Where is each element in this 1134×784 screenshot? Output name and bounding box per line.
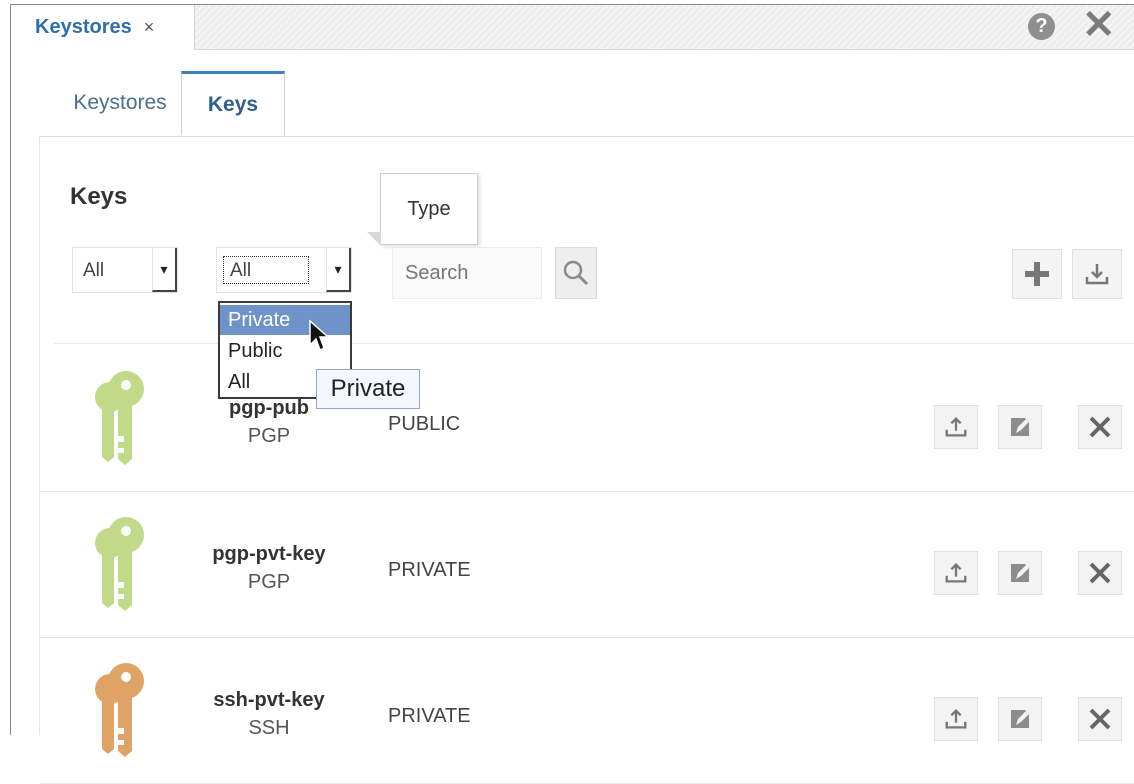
delete-icon [1089,708,1111,730]
key-row[interactable]: pgp-pub PGP PUBLIC [40,345,1134,492]
edit-icon [1011,710,1029,728]
window-frame: Keystores × ? ✕ Keystores Keys Keys Type… [10,4,1134,784]
delete-key-button[interactable] [1078,551,1122,595]
search-input[interactable] [392,247,542,299]
import-key-button[interactable] [1072,249,1122,299]
keys-panel: Keys Type All ▾ All ▾ Search pgp-pub PGP… [39,137,1134,784]
key-visibility: PRIVATE [388,705,471,727]
search-button[interactable] [555,247,597,299]
mouse-cursor-icon [309,319,330,352]
edit-icon [1011,564,1029,582]
search-icon [563,260,589,286]
document-tab-label: Keystores [35,16,132,38]
dropdown-arrow-icon[interactable]: ▾ [152,248,177,292]
document-tab-keystores[interactable]: Keystores × [11,5,195,50]
download-icon [1085,264,1109,285]
edit-key-button[interactable] [998,405,1042,449]
key-type: SSH [248,717,290,739]
key-icon [95,517,144,611]
help-icon[interactable]: ? [1028,13,1055,40]
delete-icon [1089,562,1111,584]
export-key-button[interactable] [934,405,978,449]
tab-keys[interactable]: Keys [181,71,285,135]
plus-icon [1025,262,1049,286]
delete-icon [1089,416,1111,438]
close-window-icon[interactable]: ✕ [1082,5,1116,45]
key-icon [95,663,144,757]
key-type: PGP [247,425,291,447]
upload-icon [945,417,967,437]
edit-key-button[interactable] [998,697,1042,741]
type-filter-select[interactable]: All ▾ [216,247,352,293]
key-visibility: PRIVATE [388,559,471,581]
key-visibility: PUBLIC [388,413,461,435]
document-tab-strip: Keystores × ? ✕ [11,5,1134,50]
add-key-button[interactable] [1012,249,1062,299]
key-row[interactable]: pgp-pvt-key PGP PRIVATE [40,491,1134,638]
key-name: pgp-pvt-key [212,543,326,565]
upload-icon [945,709,967,729]
upload-icon [945,563,967,583]
key-row[interactable]: ssh-pvt-key SSH PRIVATE [40,637,1134,784]
subtab-bar: Keystores Keys [39,71,1134,137]
filter-select-1-value: All [83,260,105,281]
export-key-button[interactable] [934,551,978,595]
key-type: PGP [247,571,291,593]
type-tooltip: Type [367,173,478,246]
delete-key-button[interactable] [1078,697,1122,741]
tab-close-icon[interactable]: × [144,17,155,38]
dropdown-arrow-icon[interactable]: ▾ [326,248,351,292]
edit-icon [1011,418,1029,436]
edit-key-button[interactable] [998,551,1042,595]
page-title: Keys [70,183,128,210]
type-filter-value: All [230,260,252,281]
option-tooltip: Private [316,369,420,409]
key-name: ssh-pvt-key [213,689,325,711]
export-key-button[interactable] [934,697,978,741]
key-icon [95,371,144,465]
delete-key-button[interactable] [1078,405,1122,449]
tab-keystores[interactable]: Keystores [49,71,191,135]
filter-select-1[interactable]: All ▾ [72,247,178,293]
